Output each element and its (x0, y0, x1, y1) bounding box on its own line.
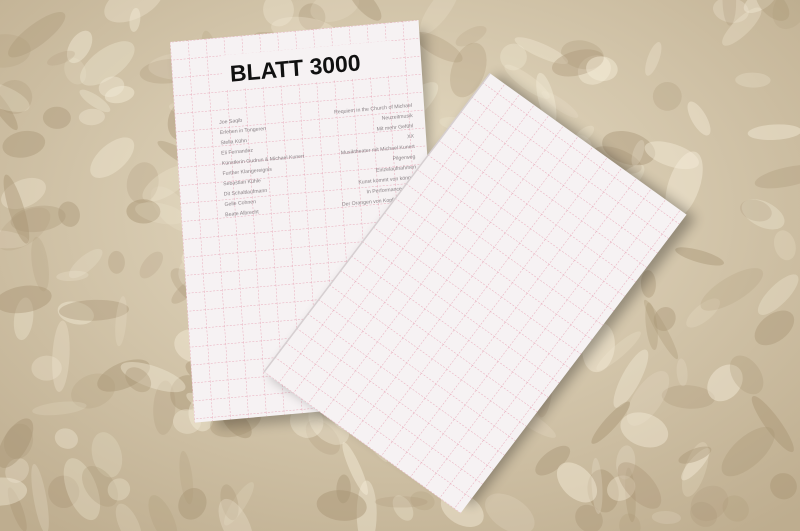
contents-entry: XX (407, 134, 415, 141)
fur-tuft (374, 496, 428, 508)
photo-scene: BLATT 3000 Joe SaqibErleben in TongerenS… (0, 0, 800, 531)
